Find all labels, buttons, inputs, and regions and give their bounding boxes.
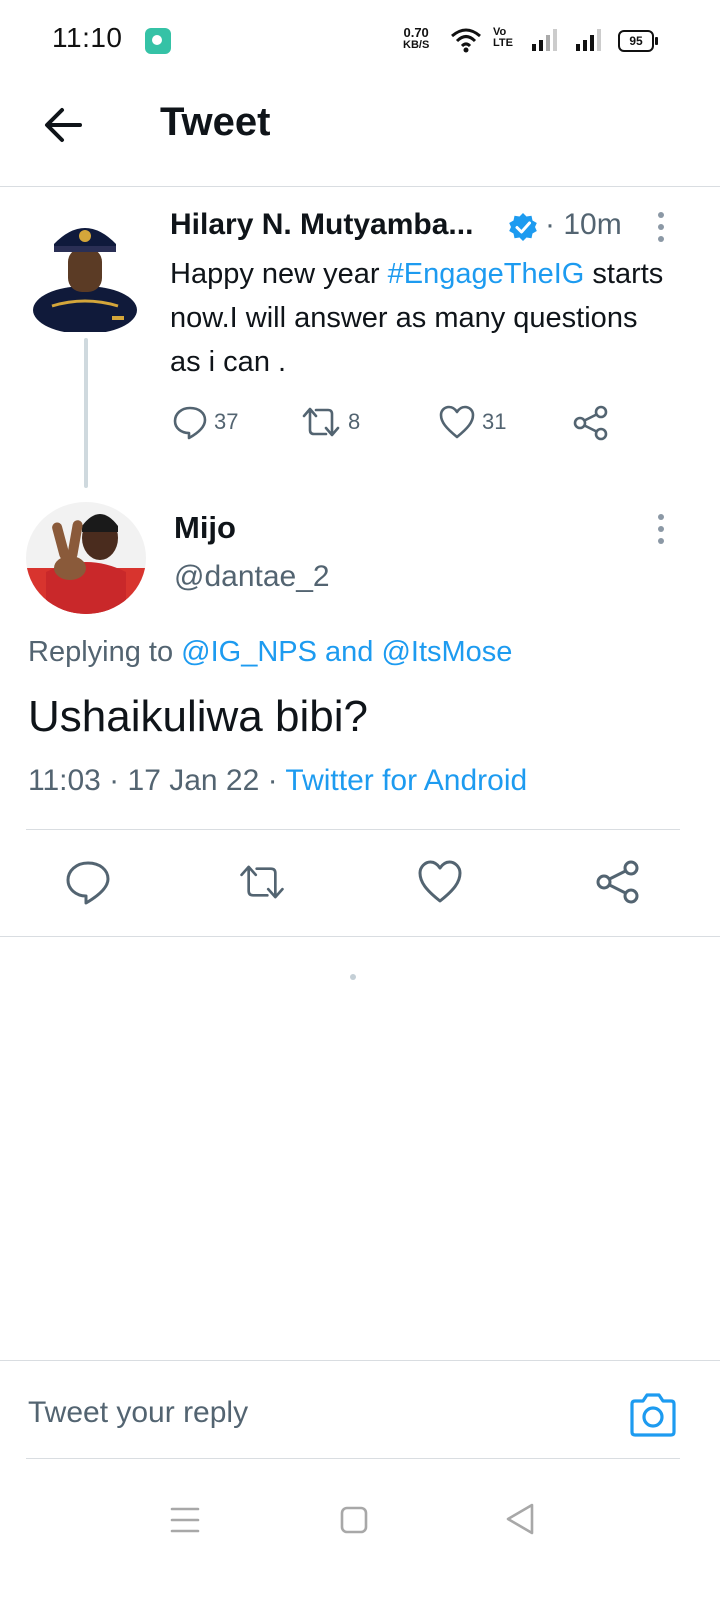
share-icon[interactable] [594, 858, 642, 906]
more-options-icon[interactable] [648, 512, 674, 546]
nav-home-icon[interactable] [340, 1506, 368, 1534]
hashtag-link[interactable]: #EngageTheIG [388, 258, 585, 290]
reply-input[interactable] [28, 1396, 588, 1430]
nav-back-icon[interactable] [504, 1502, 536, 1536]
reply-action[interactable]: 37 [172, 404, 238, 440]
network-speed-value: 0.70 [403, 25, 429, 40]
back-arrow-icon[interactable] [40, 102, 86, 148]
reply-author-name[interactable]: Mijo [174, 510, 236, 546]
network-speed-unit: KB/S [403, 39, 430, 51]
like-count: 31 [482, 409, 507, 434]
reply-author-avatar[interactable] [26, 502, 146, 614]
heart-icon[interactable] [416, 858, 464, 906]
page-title: Tweet [160, 100, 271, 144]
actions-divider [0, 936, 720, 937]
tweet-text: Happy new year #EngageTheIG starts now.I… [170, 252, 670, 384]
retweet-action[interactable]: 8 [300, 404, 360, 440]
verified-badge-icon [509, 213, 537, 241]
replying-to: Replying to @IG_NPS and @ItsMose [28, 636, 512, 669]
reply-author-handle[interactable]: @dantae_2 [174, 560, 330, 594]
tweet-timestamp: 11:03 · 17 Jan 22 · [28, 764, 286, 797]
heart-icon [439, 405, 475, 439]
share-icon[interactable] [572, 404, 610, 442]
reply-count: 37 [214, 409, 239, 434]
signal-icon-sim2 [576, 29, 601, 51]
composer-bottom-divider [26, 1458, 680, 1459]
retweet-count: 8 [348, 409, 361, 434]
nav-menu-icon[interactable] [170, 1506, 200, 1534]
tweet-meta: 11:03 · 17 Jan 22 · Twitter for Android [28, 764, 527, 798]
author-avatar[interactable] [32, 212, 138, 332]
retweet-icon [302, 407, 340, 437]
battery-indicator: 95 [618, 30, 658, 52]
wifi-icon [451, 28, 481, 53]
volte-line2: LTE [493, 37, 513, 49]
composer-top-divider [0, 1360, 720, 1361]
signal-icon-sim1 [532, 29, 557, 51]
like-action[interactable]: 31 [438, 404, 506, 440]
retweet-icon[interactable] [238, 858, 286, 906]
camera-icon[interactable] [628, 1392, 678, 1438]
more-options-icon[interactable] [648, 210, 674, 244]
loading-indicator [350, 974, 356, 980]
meta-divider [26, 829, 680, 830]
network-speed: 0.70 KB/S [403, 26, 429, 52]
reply-icon [173, 406, 207, 440]
reply-tweet-text: Ushaikuliwa bibi? [28, 692, 368, 741]
reply-icon[interactable] [64, 858, 112, 906]
tweet-source-link[interactable]: Twitter for Android [285, 764, 527, 797]
tweet-text-start: Happy new year [170, 258, 388, 290]
replying-to-link[interactable]: @IG_NPS and @ItsMose [181, 636, 512, 668]
thread-connector-line [84, 338, 88, 488]
chat-app-icon [145, 28, 171, 54]
status-time: 11:10 [52, 22, 123, 53]
header-divider [0, 186, 720, 187]
tweet-time: · 10m [545, 208, 622, 241]
volte-icon: Vo LTE [493, 27, 513, 49]
replying-to-label: Replying to [28, 636, 182, 668]
author-name[interactable]: Hilary N. Mutyamba... [170, 208, 473, 242]
